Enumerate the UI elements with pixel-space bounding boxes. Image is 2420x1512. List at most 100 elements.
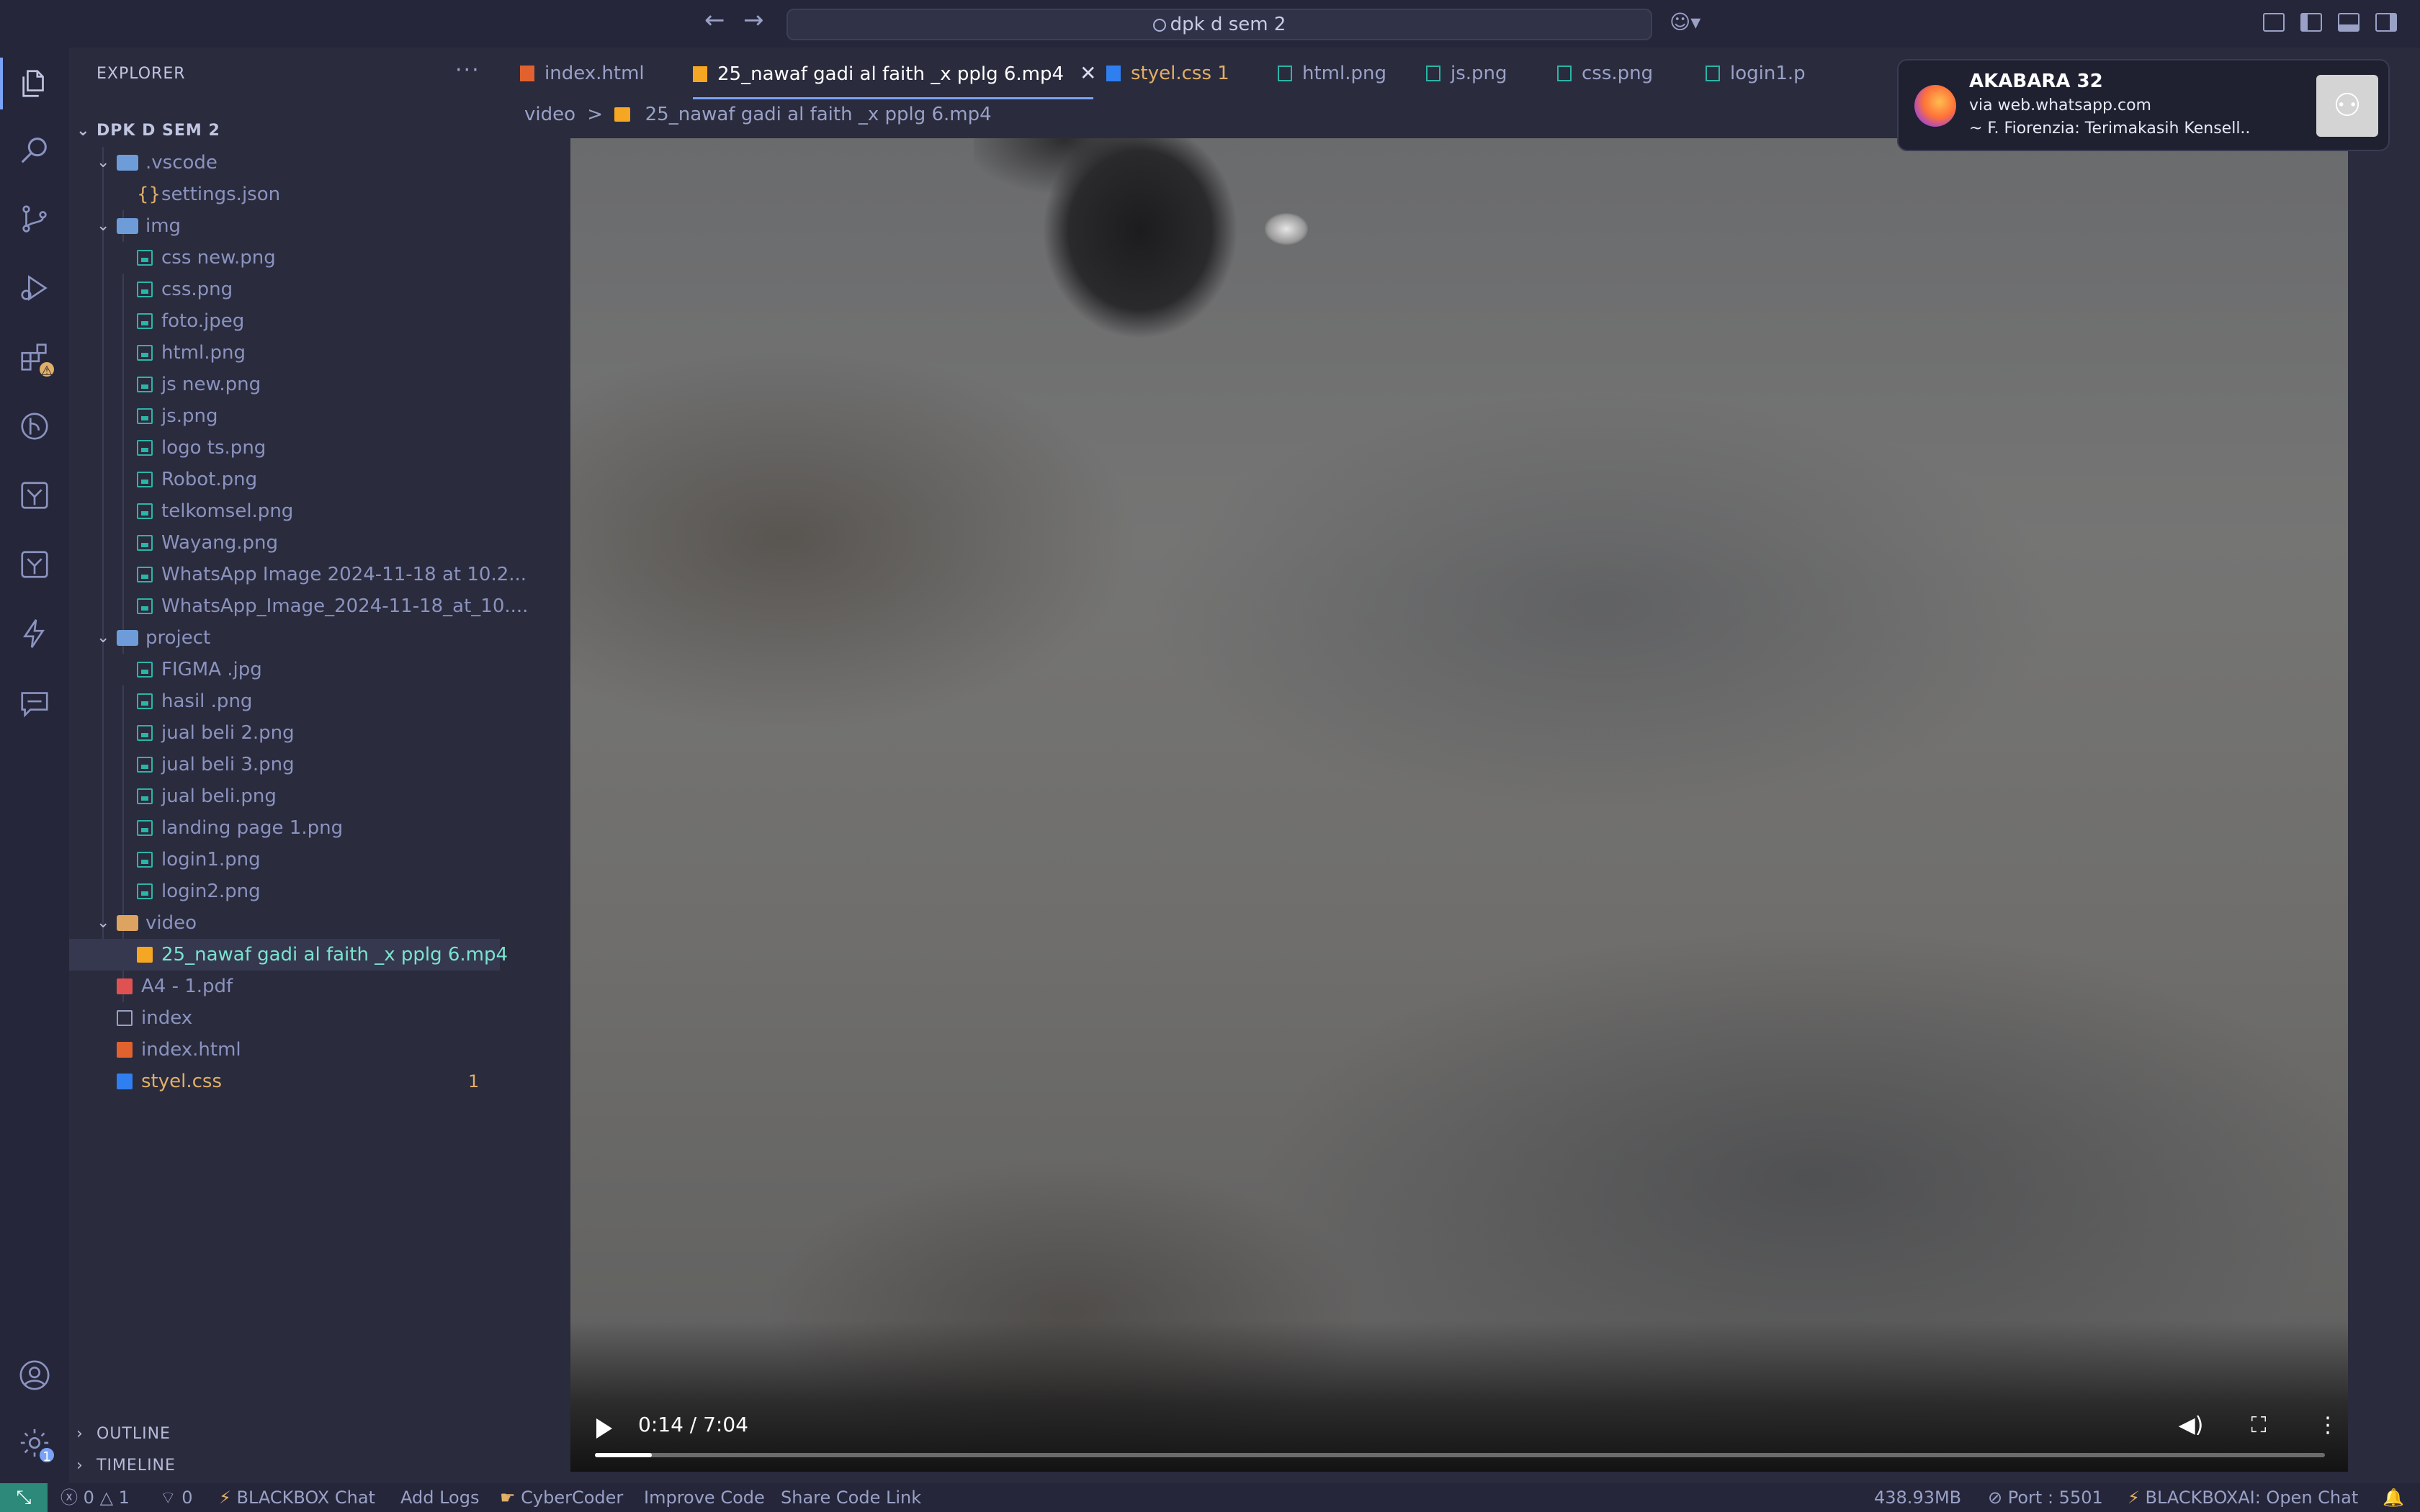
deploy-icon[interactable] [17,478,52,513]
tree-file[interactable]: FIGMA .jpg [69,654,500,685]
command-center-search[interactable]: dpk d sem 2 [786,9,1652,40]
tree-file[interactable]: Robot.png [69,464,500,495]
tree-file[interactable]: js new.png [69,369,500,400]
tree-file[interactable]: telkomsel.png [69,495,500,527]
bolt-icon[interactable] [17,616,52,651]
chevron-down-icon[interactable]: ⌄ [97,147,109,179]
improve-code-status[interactable]: Improve Code [644,1483,765,1512]
png-file-icon [1426,66,1440,81]
copilot-icon[interactable]: ☺▾ [1670,10,1700,34]
more-options-icon[interactable]: ⋮ [2313,1411,2342,1440]
account-icon[interactable] [17,1358,52,1392]
tree-folder[interactable]: ⌄ project [69,622,500,654]
tree-file[interactable]: jual beli 2.png [69,717,500,749]
fullscreen-icon[interactable]: ⛶ [2244,1411,2273,1440]
share-code-link-status[interactable]: Share Code Link [781,1483,921,1512]
tree-item-label: login1.png [161,849,261,870]
problems-status[interactable]: ⓧ 0 △ 1 [60,1483,130,1512]
tree-file[interactable]: logo ts.png [69,432,500,464]
back-arrow-icon[interactable]: ← [704,6,725,35]
tree-file[interactable]: js.png [69,400,500,432]
deploy-alt-icon[interactable] [17,547,52,582]
git-graph-icon[interactable] [17,409,52,444]
timeline-section[interactable]: › TIMELINE [69,1450,500,1482]
tree-file[interactable]: {} settings.json [69,179,500,210]
video-player[interactable]: 0:14 / 7:04 ◀) ⛶ ⋮ [570,138,2348,1472]
editor-tab[interactable]: login1.p [1706,48,1806,99]
whatsapp-notification[interactable]: AKABARA 32 via web.whatsapp.com ~ F. Fio… [1897,59,2390,151]
remote-indicator-icon[interactable]: ⤡ [0,1483,48,1512]
toggle-secondary-sidebar-icon[interactable] [2375,13,2397,32]
search-icon[interactable] [17,132,52,167]
tree-folder[interactable]: ⌄ video [69,907,500,939]
tree-item-label: hasil .png [161,690,253,712]
error-icon: ⓧ [60,1488,78,1508]
breadcrumb-folder[interactable]: video [524,104,575,125]
chevron-down-icon[interactable]: ⌄ [97,907,109,939]
notifications-bell-icon[interactable]: 🔔 [2383,1483,2404,1512]
tree-file[interactable]: jual beli 3.png [69,749,500,780]
notification-source: via web.whatsapp.com [1969,96,2151,114]
source-control-icon[interactable] [17,202,52,236]
volume-icon[interactable]: ◀) [2177,1411,2205,1440]
tree-item-label: A4 - 1.pdf [141,976,233,997]
workspace-root[interactable]: ⌄ DPK D SEM 2 [69,115,500,147]
tree-file[interactable]: WhatsApp Image 2024-11-18 at 10.2... [69,559,526,590]
tree-file[interactable]: foto.jpeg [69,305,500,337]
outline-section[interactable]: › OUTLINE [69,1418,500,1450]
tree-file[interactable]: login1.png [69,844,500,876]
editor-tab[interactable]: index.html [520,48,645,99]
explorer-icon[interactable] [0,58,52,109]
tree-file[interactable]: index.html [69,1034,500,1066]
video-progress-fill [595,1453,653,1457]
video-file-icon [137,947,153,963]
tree-file[interactable]: Wayang.png [69,527,500,559]
tree-file[interactable]: login2.png [69,876,500,907]
tree-file[interactable]: WhatsApp_Image_2024-11-18_at_10.... [69,590,528,622]
breadcrumb-file[interactable]: 25_nawaf gadi al faith _x pplg 6.mp4 [645,104,992,125]
video-frame-headlight [1265,213,1308,245]
tree-file[interactable]: 25_nawaf gadi al faith _x pplg 6.mp4 [69,939,508,971]
chat-icon[interactable] [17,685,52,720]
tree-file[interactable]: css.png [69,274,500,305]
tree-file[interactable]: styel.css 1 [69,1066,500,1097]
editor-tab[interactable]: html.png [1278,48,1386,99]
tree-file[interactable]: A4 - 1.pdf [69,971,500,1002]
image-file-icon [137,282,153,297]
play-icon[interactable] [596,1418,612,1439]
blackbox-chat-status[interactable]: ⚡ BLACKBOX Chat [219,1483,375,1512]
cybercoder-status[interactable]: ☛ CyberCoder [500,1483,623,1512]
forward-arrow-icon[interactable]: → [743,6,764,35]
tree-file[interactable]: css new.png [69,242,500,274]
chevron-down-icon[interactable]: ⌄ [97,210,109,242]
add-logs-status[interactable]: Add Logs [400,1483,479,1512]
vscode-window: ← → dpk d sem 2 ☺▾ ⚠ 1 EXPLORER ··· ⌄ DP… [0,0,2420,1512]
run-debug-icon[interactable] [17,271,52,305]
pdf-file-icon [117,978,133,994]
image-file-icon [137,757,153,773]
editor-tab[interactable]: styel.css 1 [1106,48,1229,99]
editor-tab[interactable]: css.png [1557,48,1653,99]
explorer-more-actions-icon[interactable]: ··· [455,58,480,83]
close-icon[interactable]: ✕ [1080,61,1096,85]
blackboxai-open-chat-status[interactable]: ⚡ BLACKBOXAI: Open Chat [2128,1483,2358,1512]
tree-file[interactable]: jual beli.png [69,780,500,812]
tree-folder[interactable]: ⌄ .vscode [69,147,500,179]
chevron-down-icon[interactable]: ⌄ [97,622,109,654]
extensions-icon[interactable]: ⚠ [17,340,56,379]
tree-file[interactable]: landing page 1.png [69,812,500,844]
live-server-port-status[interactable]: ⊘ Port : 5501 [1988,1483,2103,1512]
editor-tab[interactable]: 25_nawaf gadi al faith _x pplg 6.mp4 ✕ [693,48,1097,99]
toggle-primary-sidebar-icon[interactable] [2300,13,2322,32]
tree-file[interactable]: html.png [69,337,500,369]
ports-status[interactable]: ⌔ 0 [160,1483,192,1512]
editor-tab[interactable]: js.png [1426,48,1507,99]
tree-item-label: .vscode [145,152,218,174]
toggle-panel-icon[interactable] [2338,13,2360,32]
settings-gear-icon[interactable]: 1 [17,1426,56,1464]
video-progress-bar[interactable] [595,1453,2325,1457]
tree-file[interactable]: hasil .png [69,685,500,717]
customize-layout-icon[interactable] [2263,13,2285,32]
tree-folder[interactable]: ⌄ img [69,210,500,242]
tree-file[interactable]: index [69,1002,500,1034]
